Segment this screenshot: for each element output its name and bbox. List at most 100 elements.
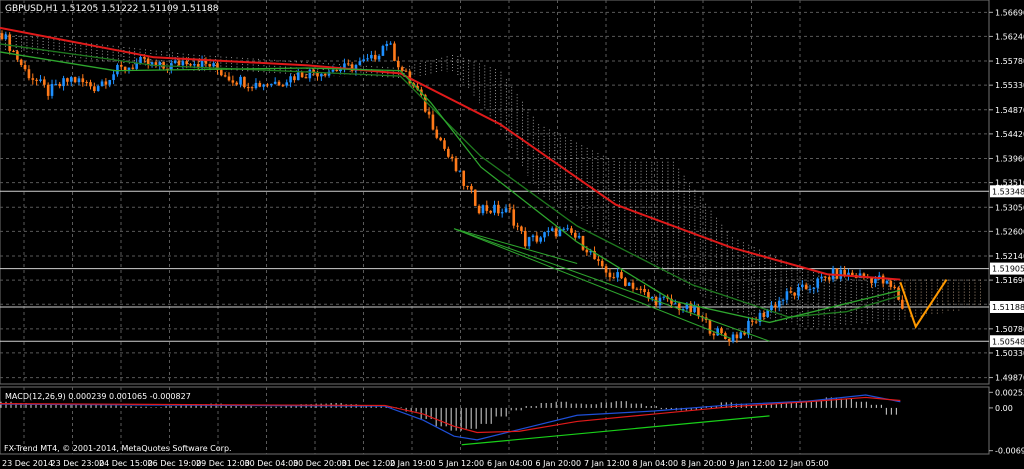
candle-body	[777, 300, 781, 308]
candle-body	[473, 189, 477, 206]
candle-body	[404, 70, 408, 72]
time-tick-label: 30 Dec 20:00	[293, 459, 347, 468]
candle-body	[485, 205, 489, 211]
time-tick-label: 29 Dec 12:00	[196, 459, 250, 468]
candle-body	[470, 186, 473, 190]
candle-body	[208, 63, 212, 67]
candle-body	[558, 229, 562, 237]
macd-label: MACD(12,26,9) 0.000239 0.001065 -0.00082…	[5, 392, 191, 401]
candle-body	[827, 277, 831, 280]
candle-body	[189, 64, 192, 66]
candle-body	[493, 204, 496, 213]
price-tick-label: 1.52600	[995, 227, 1024, 236]
candle-body	[285, 82, 289, 86]
candle-body	[893, 286, 896, 288]
time-tick-label: 6 Jan 04:00	[487, 459, 533, 468]
candle-body	[639, 288, 643, 290]
candle-body	[439, 137, 442, 141]
candle-body	[366, 58, 369, 60]
price-tick-label: 1.50780	[995, 325, 1024, 334]
candle-body	[370, 54, 373, 59]
candle-body	[497, 204, 500, 214]
price-tick-label: 1.56690	[995, 8, 1024, 17]
candle-body	[66, 78, 69, 82]
candle-body	[227, 76, 231, 81]
time-tick-label: 5 Jan 12:00	[439, 459, 485, 468]
candle-body	[797, 287, 800, 296]
candle-body	[897, 287, 900, 300]
candle-body	[427, 111, 431, 115]
candle-body	[181, 61, 185, 66]
candle-body	[762, 312, 766, 318]
candle-body	[54, 83, 58, 85]
candle-body	[643, 288, 646, 293]
candle-body	[89, 82, 92, 87]
price-tick-label: 1.56240	[995, 32, 1024, 41]
candle-body	[293, 76, 296, 81]
candle-body	[612, 277, 616, 279]
candle-body	[100, 81, 104, 87]
candle-body	[0, 33, 4, 40]
candle-body	[851, 272, 854, 276]
footer-copyright: FX-Trend MT4, © 2001-2014, MetaQuotes So…	[4, 444, 232, 453]
candle-body	[735, 334, 739, 339]
candle-body	[77, 78, 81, 83]
candle-body	[231, 80, 235, 83]
candle-body	[554, 228, 558, 237]
candle-body	[296, 72, 300, 81]
macd-tick-label: -0.006958	[995, 447, 1024, 456]
candle-body	[508, 208, 512, 210]
time-tick-label: 6 Jan 20:00	[536, 459, 582, 468]
candle-body	[620, 272, 623, 279]
candle-body	[489, 210, 492, 213]
candle-body	[320, 73, 323, 77]
price-tick-label: 1.55780	[995, 57, 1024, 66]
price-tick-label: 1.54870	[995, 106, 1024, 115]
candle-body	[270, 83, 273, 85]
candle-body	[12, 50, 15, 52]
candle-body	[381, 46, 385, 56]
candle-body	[543, 232, 546, 238]
candle-body	[400, 67, 404, 71]
candle-body	[8, 34, 11, 51]
level-label: 1.53348	[992, 187, 1024, 196]
candle-body	[739, 332, 743, 339]
candle-body	[373, 54, 377, 60]
candle-body	[608, 272, 612, 278]
candle-body	[193, 64, 196, 66]
candle-body	[104, 81, 108, 85]
candle-body	[185, 61, 188, 65]
time-tick-label: 9 Jan 12:00	[730, 459, 776, 468]
candle-body	[450, 156, 454, 159]
candle-body	[631, 282, 635, 289]
candle-body	[539, 237, 542, 242]
candle-body	[824, 276, 827, 278]
candle-body	[385, 44, 389, 47]
candle-body	[143, 56, 146, 59]
candle-body	[789, 291, 793, 293]
time-tick-label: 8 Jan 04:00	[633, 459, 679, 468]
candle-body	[801, 284, 804, 288]
candle-body	[754, 321, 758, 323]
candle-body	[808, 288, 812, 290]
macd-tick-label: 0.002535	[995, 388, 1024, 397]
time-tick-label: 23 Dec 2014	[2, 459, 53, 468]
candle-body	[39, 79, 42, 81]
candle-body	[650, 296, 654, 299]
level-label: 1.51188	[992, 303, 1024, 312]
level-label: 1.51905	[992, 265, 1024, 274]
candle-body	[697, 306, 700, 317]
candle-body	[85, 82, 88, 84]
candle-body	[112, 74, 115, 81]
chart-window[interactable]: 1.56690 1.56240 1.55780 1.55330 1.54870 1.544…	[0, 0, 1024, 469]
price-tick-label: 1.54420	[995, 130, 1024, 139]
candle-body	[820, 276, 823, 279]
candle-body	[212, 63, 215, 67]
candle-body	[627, 282, 631, 286]
candle-body	[289, 76, 292, 83]
time-tick-label: 24 Dec 15:00	[99, 459, 153, 468]
time-tick-label: 2 Jan 19:00	[390, 459, 436, 468]
candle-body	[462, 170, 466, 186]
candle-body	[27, 69, 31, 79]
time-tick-label: 30 Dec 04:00	[245, 459, 299, 468]
